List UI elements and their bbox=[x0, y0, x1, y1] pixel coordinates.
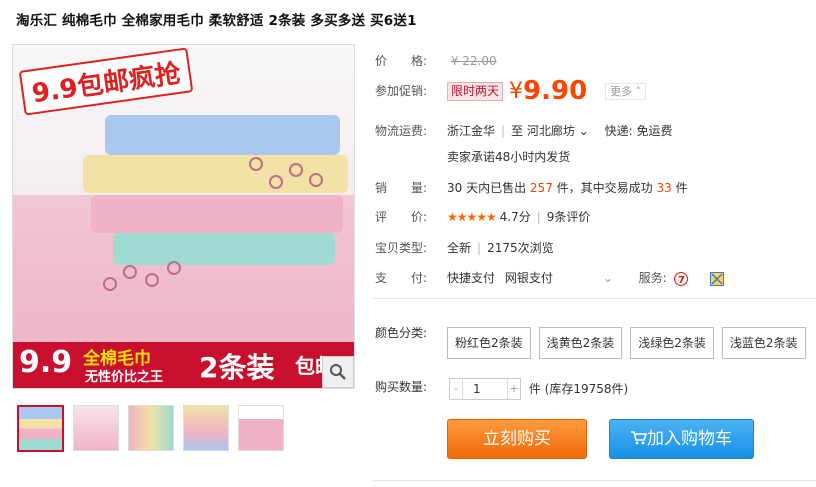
rating-row: 评 价: ★★★★★ 4.7分 | 9条评价 bbox=[375, 208, 590, 225]
chevron-up-icon: ˄ bbox=[635, 85, 642, 98]
towel-yellow bbox=[83, 155, 348, 193]
thumbnail-strip bbox=[17, 405, 284, 452]
promo-tag: 限时两天 bbox=[447, 81, 504, 101]
quantity-row: - 1 + 件 (库存19758件) bbox=[449, 378, 628, 400]
embroidery-circle bbox=[249, 157, 263, 171]
sku-option-yellow[interactable]: 浅黄色2条装 bbox=[538, 327, 623, 359]
shipping-label: 物流运费: bbox=[375, 124, 428, 138]
promo-price: 9.90 bbox=[523, 76, 588, 106]
towel-blue bbox=[105, 115, 340, 155]
divider: | bbox=[477, 241, 482, 255]
divider-line bbox=[373, 298, 816, 299]
product-title: 淘乐汇 纯棉毛巾 全棉家用毛巾 柔软舒适 2条装 多买多送 买6送1 bbox=[16, 13, 417, 29]
quantity-input[interactable]: 1 bbox=[462, 379, 508, 399]
review-count-link[interactable]: 9条评价 bbox=[547, 210, 591, 224]
embroidery-circle bbox=[289, 163, 303, 177]
success-count: 33 bbox=[656, 181, 672, 195]
add-to-cart-button[interactable]: 加入购物车 bbox=[609, 419, 754, 459]
zoom-icon[interactable] bbox=[322, 356, 354, 388]
buy-now-button[interactable]: 立刻购买 bbox=[447, 419, 587, 459]
sku-option-pink[interactable]: 粉红色2条装 bbox=[447, 327, 531, 359]
rating-score: 4.7分 bbox=[499, 210, 531, 224]
currency-symbol: ¥ bbox=[509, 78, 524, 104]
guarantee-icon[interactable] bbox=[710, 271, 725, 286]
view-count: 2175次浏览 bbox=[487, 241, 554, 255]
sales-suffix: 件 bbox=[675, 181, 688, 195]
sku-option-blue[interactable]: 浅蓝色2条装 bbox=[721, 327, 806, 359]
thumbnail[interactable] bbox=[73, 405, 119, 451]
ship-promise: 卖家承诺48小时内发货 bbox=[447, 150, 571, 164]
sku-option-green[interactable]: 浅绿色2条装 bbox=[630, 327, 714, 359]
payment-quick: 快捷支付 bbox=[447, 271, 496, 285]
sales-prefix: 30 天内已售出 bbox=[447, 181, 527, 195]
banner-pack: 2条装 bbox=[199, 351, 275, 384]
ship-to: 河北廊坊 bbox=[526, 124, 575, 138]
more-promo-button[interactable]: 更多 ˄ bbox=[605, 83, 647, 100]
more-label: 更多 bbox=[610, 85, 633, 98]
sales-mid: 件，其中交易成功 bbox=[556, 181, 653, 195]
price-label: 价 格: bbox=[375, 54, 428, 68]
sales-row: 销 量: 30 天内已售出 257 件，其中交易成功 33 件 bbox=[375, 179, 688, 196]
payment-bank: 网银支付 bbox=[504, 271, 553, 285]
type-row: 宝贝类型: 全新 | 2175次浏览 bbox=[375, 239, 554, 256]
express-fee: 快递: 免运费 bbox=[604, 124, 673, 138]
service-label: 服务: bbox=[638, 271, 667, 285]
payment-dropdown-icon[interactable]: ⌄ bbox=[603, 271, 613, 285]
divider: | bbox=[536, 210, 541, 224]
type-label: 宝贝类型: bbox=[375, 241, 428, 255]
svg-text:7: 7 bbox=[678, 275, 685, 286]
embroidery-circle bbox=[145, 273, 159, 287]
divider-line bbox=[373, 480, 816, 481]
embroidery-circle bbox=[269, 175, 283, 189]
quantity-decrease-button[interactable]: - bbox=[450, 379, 462, 399]
banner-price: 9.9 bbox=[19, 345, 73, 380]
towel-green bbox=[113, 233, 335, 265]
quantity-increase-button[interactable]: + bbox=[508, 379, 520, 399]
original-price: ¥ 22.00 bbox=[450, 54, 497, 68]
ship-to-select[interactable]: 河北廊坊 ⌄ bbox=[527, 124, 589, 138]
thumbnail[interactable] bbox=[128, 405, 174, 451]
ship-from: 浙江金华 bbox=[447, 124, 496, 138]
embroidery-circle bbox=[103, 277, 117, 291]
condition: 全新 bbox=[447, 241, 472, 255]
embroidery-circle bbox=[123, 265, 137, 279]
cart-icon bbox=[631, 429, 648, 449]
caret-down-icon: ⌄ bbox=[578, 124, 589, 138]
towel-pink bbox=[91, 195, 343, 233]
quantity-stepper: - 1 + bbox=[449, 378, 521, 400]
star-rating: ★★★★★ bbox=[447, 210, 497, 224]
stock-info: 件 (库存19758件) bbox=[528, 381, 629, 396]
thumbnail[interactable] bbox=[183, 405, 229, 451]
promo-row: 参加促销: 限时两天 ¥9.90 更多 ˄ bbox=[375, 76, 647, 106]
seven-day-return-icon[interactable]: 7 bbox=[674, 271, 689, 286]
sku-label: 颜色分类: bbox=[375, 326, 428, 340]
quantity-label: 购买数量: bbox=[375, 380, 428, 394]
thumbnail[interactable] bbox=[238, 405, 284, 451]
sku-options: 粉红色2条装 浅黄色2条装 浅绿色2条装 浅蓝色2条装 bbox=[447, 327, 814, 359]
thumbnail[interactable] bbox=[17, 405, 64, 452]
price-row: 价 格: ¥ 22.00 bbox=[375, 52, 497, 69]
payment-label: 支 付: bbox=[375, 271, 428, 285]
main-product-image[interactable]: 9.9包邮疯抢 9.9 全棉毛巾 无性价比之王 2条装 包邮 bbox=[12, 44, 355, 389]
sold-count: 257 bbox=[529, 181, 553, 195]
embroidery-circle bbox=[309, 173, 323, 187]
rating-label: 评 价: bbox=[375, 210, 428, 224]
promo-label: 参加促销: bbox=[375, 83, 428, 98]
divider: | bbox=[501, 124, 506, 138]
shipping-row: 物流运费: 浙江金华 | 至 河北廊坊 ⌄ 快递: 免运费 bbox=[375, 122, 673, 139]
ship-sep: 至 bbox=[511, 124, 524, 138]
banner-line2: 无性价比之王 bbox=[85, 370, 164, 385]
payment-row: 支 付: 快捷支付 网银支付 ⌄ 服务: 7 bbox=[375, 269, 725, 286]
embroidery-circle bbox=[167, 261, 181, 275]
promo-banner-top-text: 9.9包邮疯抢 bbox=[29, 58, 183, 110]
promo-banner-bottom: 9.9 全棉毛巾 无性价比之王 2条装 包邮 bbox=[13, 342, 354, 388]
sales-label: 销 量: bbox=[375, 181, 428, 195]
add-to-cart-label: 加入购物车 bbox=[647, 429, 732, 449]
promo-banner-top: 9.9包邮疯抢 bbox=[18, 47, 194, 116]
